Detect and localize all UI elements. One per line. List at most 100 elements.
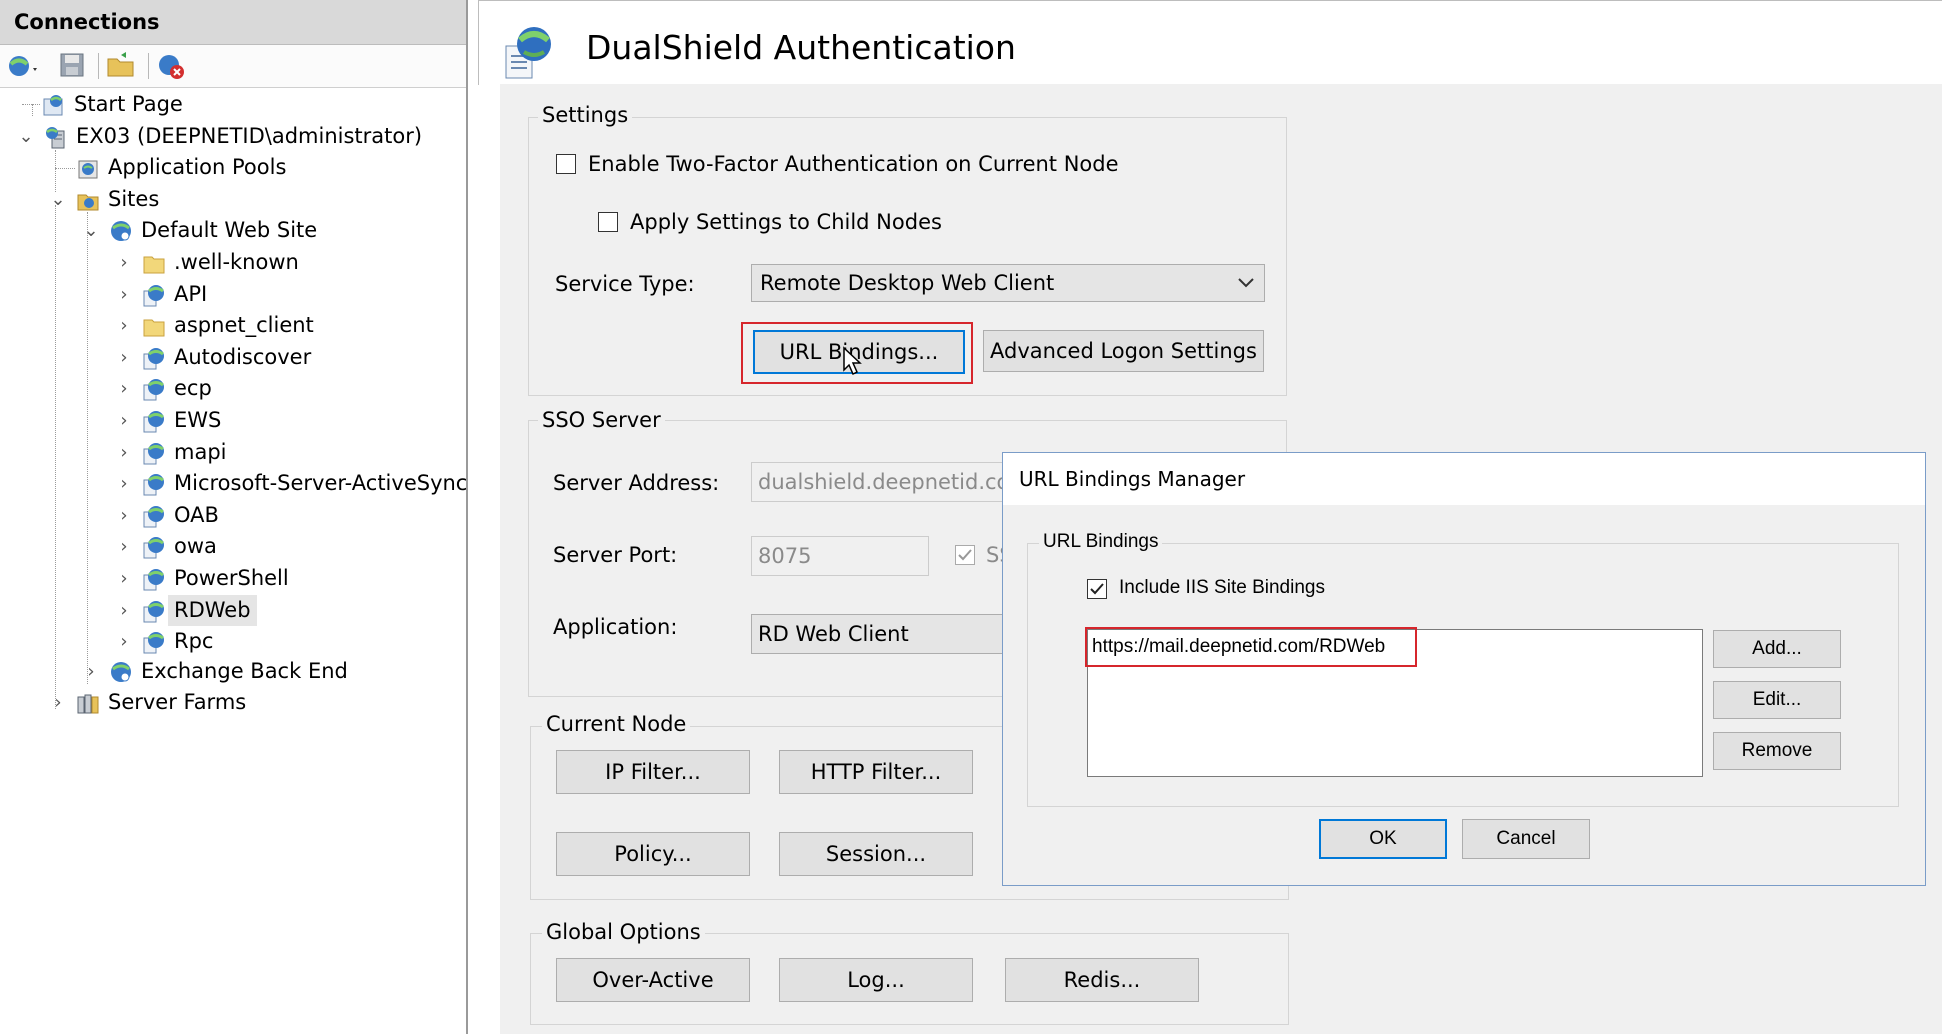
application-value: RD Web Client (758, 622, 909, 646)
checkmark-icon (958, 549, 972, 561)
chevron-right-icon[interactable]: › (114, 563, 134, 594)
chevron-right-icon[interactable]: › (114, 437, 134, 468)
enable-2fa-checkbox[interactable] (556, 154, 576, 174)
web-app-icon (143, 569, 164, 591)
chevron-right-icon[interactable]: › (114, 468, 134, 499)
http-filter-button[interactable]: HTTP Filter... (779, 750, 973, 794)
tree-child-label: owa (174, 534, 217, 559)
highlight-binding (1085, 627, 1417, 667)
policy-button[interactable]: Policy... (556, 832, 750, 876)
session-button[interactable]: Session... (779, 832, 973, 876)
chevron-down-icon[interactable]: ⌄ (48, 184, 68, 215)
ssl-checkbox[interactable] (955, 545, 975, 565)
remove-button[interactable]: Remove (1713, 732, 1841, 770)
web-app-icon (143, 505, 164, 528)
server-icon (46, 127, 65, 149)
web-app-icon (143, 442, 164, 465)
tree-child-label: PowerShell (174, 566, 289, 590)
apply-child-label: Apply Settings to Child Nodes (630, 210, 942, 234)
connections-toolbar (0, 45, 466, 88)
add-button[interactable]: Add... (1713, 630, 1841, 668)
chevron-down-icon[interactable]: ⌄ (81, 215, 101, 246)
globe-icon (111, 662, 131, 682)
chevron-right-icon[interactable]: › (114, 247, 134, 278)
connections-title: Connections (14, 10, 160, 34)
chevron-right-icon[interactable]: › (114, 342, 134, 373)
include-iis-label: Include IIS Site Bindings (1119, 577, 1325, 598)
chevron-right-icon[interactable]: › (114, 405, 134, 436)
chevron-right-icon[interactable]: › (48, 687, 68, 718)
dualshield-icon (505, 27, 551, 79)
tree-child-label: API (174, 281, 208, 306)
settings-group-label: Settings (538, 103, 633, 127)
dialog-titlebar: URL Bindings Manager (1003, 453, 1925, 505)
mouse-cursor-icon (843, 346, 862, 376)
page-title: DualShield Authentication (586, 28, 1016, 67)
globe-icon (111, 221, 131, 241)
chevron-down-icon (1238, 278, 1254, 288)
chevron-right-icon[interactable]: › (114, 500, 134, 531)
checkmark-icon (1090, 583, 1104, 595)
chevron-right-icon[interactable]: › (114, 373, 134, 404)
web-app-icon (143, 600, 164, 623)
ok-button[interactable]: OK (1319, 819, 1447, 859)
server-farms-icon (77, 694, 99, 714)
ip-filter-button[interactable]: IP Filter... (556, 750, 750, 794)
advanced-logon-button[interactable]: Advanced Logon Settings (983, 330, 1264, 372)
tree-child-label: OAB (174, 502, 219, 527)
chevron-right-icon[interactable]: › (114, 310, 134, 341)
chevron-right-icon[interactable]: › (81, 656, 101, 687)
redis-button[interactable]: Redis... (1005, 958, 1199, 1002)
start-page-icon (43, 95, 63, 116)
include-iis-checkbox[interactable] (1087, 579, 1107, 599)
apply-child-checkbox[interactable] (598, 212, 618, 232)
enable-2fa-label: Enable Two-Factor Authentication on Curr… (588, 152, 1119, 176)
connections-header: Connections (0, 0, 466, 45)
tree-child-label: aspnet_client (174, 313, 314, 338)
web-app-icon (143, 537, 164, 559)
service-type-select[interactable]: Remote Desktop Web Client (751, 264, 1265, 302)
chevron-down-icon[interactable]: ⌄ (16, 121, 36, 152)
web-app-icon (143, 411, 164, 433)
tree-child-label: mapi (174, 439, 227, 464)
chevron-right-icon[interactable]: › (114, 279, 134, 310)
server-port-field[interactable]: 8075 (751, 536, 929, 576)
chevron-right-icon[interactable]: › (114, 626, 134, 657)
open-folder-icon[interactable] (106, 51, 136, 81)
chevron-right-icon[interactable]: › (114, 531, 134, 562)
application-select[interactable]: RD Web Client (751, 614, 1009, 654)
global-options-label: Global Options (542, 920, 705, 944)
web-app-icon (143, 284, 164, 307)
tree-child-label: Microsoft-Server-ActiveSync (174, 471, 468, 496)
current-node-label: Current Node (542, 712, 691, 736)
tree-child-label: .well-known (174, 250, 299, 274)
dialog-title: URL Bindings Manager (1019, 467, 1246, 491)
server-port-value: 8075 (758, 544, 812, 568)
url-bindings-dialog: URL Bindings Manager URL Bindings Includ… (1002, 452, 1926, 886)
sites-folder-icon (77, 194, 99, 211)
app-pools-icon (78, 160, 98, 179)
folder-icon (143, 256, 165, 274)
save-icon[interactable] (58, 51, 88, 81)
tree-child-label: Rpc (174, 629, 214, 654)
folder-icon (143, 319, 165, 337)
over-active-button[interactable]: Over-Active (556, 958, 750, 1002)
sso-group-label: SSO Server (538, 408, 665, 432)
log-button[interactable]: Log... (779, 958, 973, 1002)
web-app-icon (143, 474, 164, 496)
service-type-label: Service Type: (555, 272, 695, 296)
server-address-value: dualshield.deepnetid.com (758, 470, 1030, 494)
service-type-value: Remote Desktop Web Client (760, 271, 1055, 295)
server-address-field[interactable]: dualshield.deepnetid.com (751, 462, 1030, 502)
connect-icon[interactable] (6, 51, 37, 81)
server-port-label: Server Port: (553, 543, 678, 567)
tree-child-label: ecp (174, 376, 212, 401)
web-app-icon (143, 632, 164, 654)
disconnect-icon[interactable] (156, 51, 186, 81)
edit-button[interactable]: Edit... (1713, 681, 1841, 719)
chevron-right-icon[interactable]: › (114, 595, 134, 626)
cancel-button[interactable]: Cancel (1462, 819, 1590, 859)
tree-child-label: EWS (174, 408, 222, 432)
web-app-icon (143, 379, 164, 401)
server-address-label: Server Address: (553, 471, 720, 495)
